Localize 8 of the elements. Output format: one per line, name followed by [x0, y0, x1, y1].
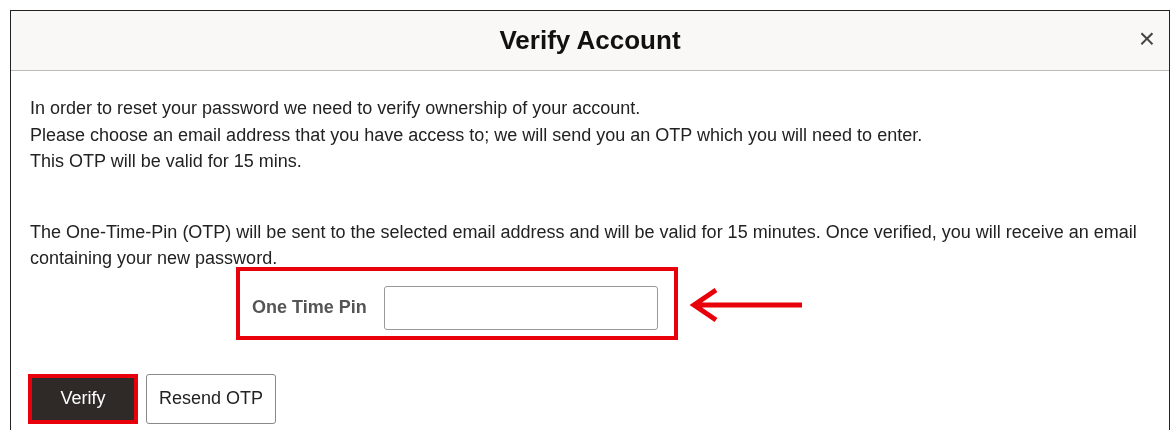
- dialog-title: Verify Account: [499, 25, 681, 56]
- verify-button[interactable]: Verify: [28, 373, 138, 424]
- notice-text: The One-Time-Pin (OTP) will be sent to the selected email address and will be valid for 15 minutes. Once verified, you will receive an email containing your new password.: [30, 220, 1138, 270]
- field-label: One Time Pin: [252, 297, 367, 318]
- input-field[interactable]: [383, 285, 658, 330]
- intro-text: In order to reset your password we need to verify ownership of your account. Please choose an email address that you have access to; we will send you an OTP which you will need to enter. This OTP will be valid for 15 mins.: [30, 97, 924, 173]
- close-button[interactable]: ×: [1132, 25, 1161, 53]
- resend-button[interactable]: Resend OTP: [146, 373, 277, 424]
